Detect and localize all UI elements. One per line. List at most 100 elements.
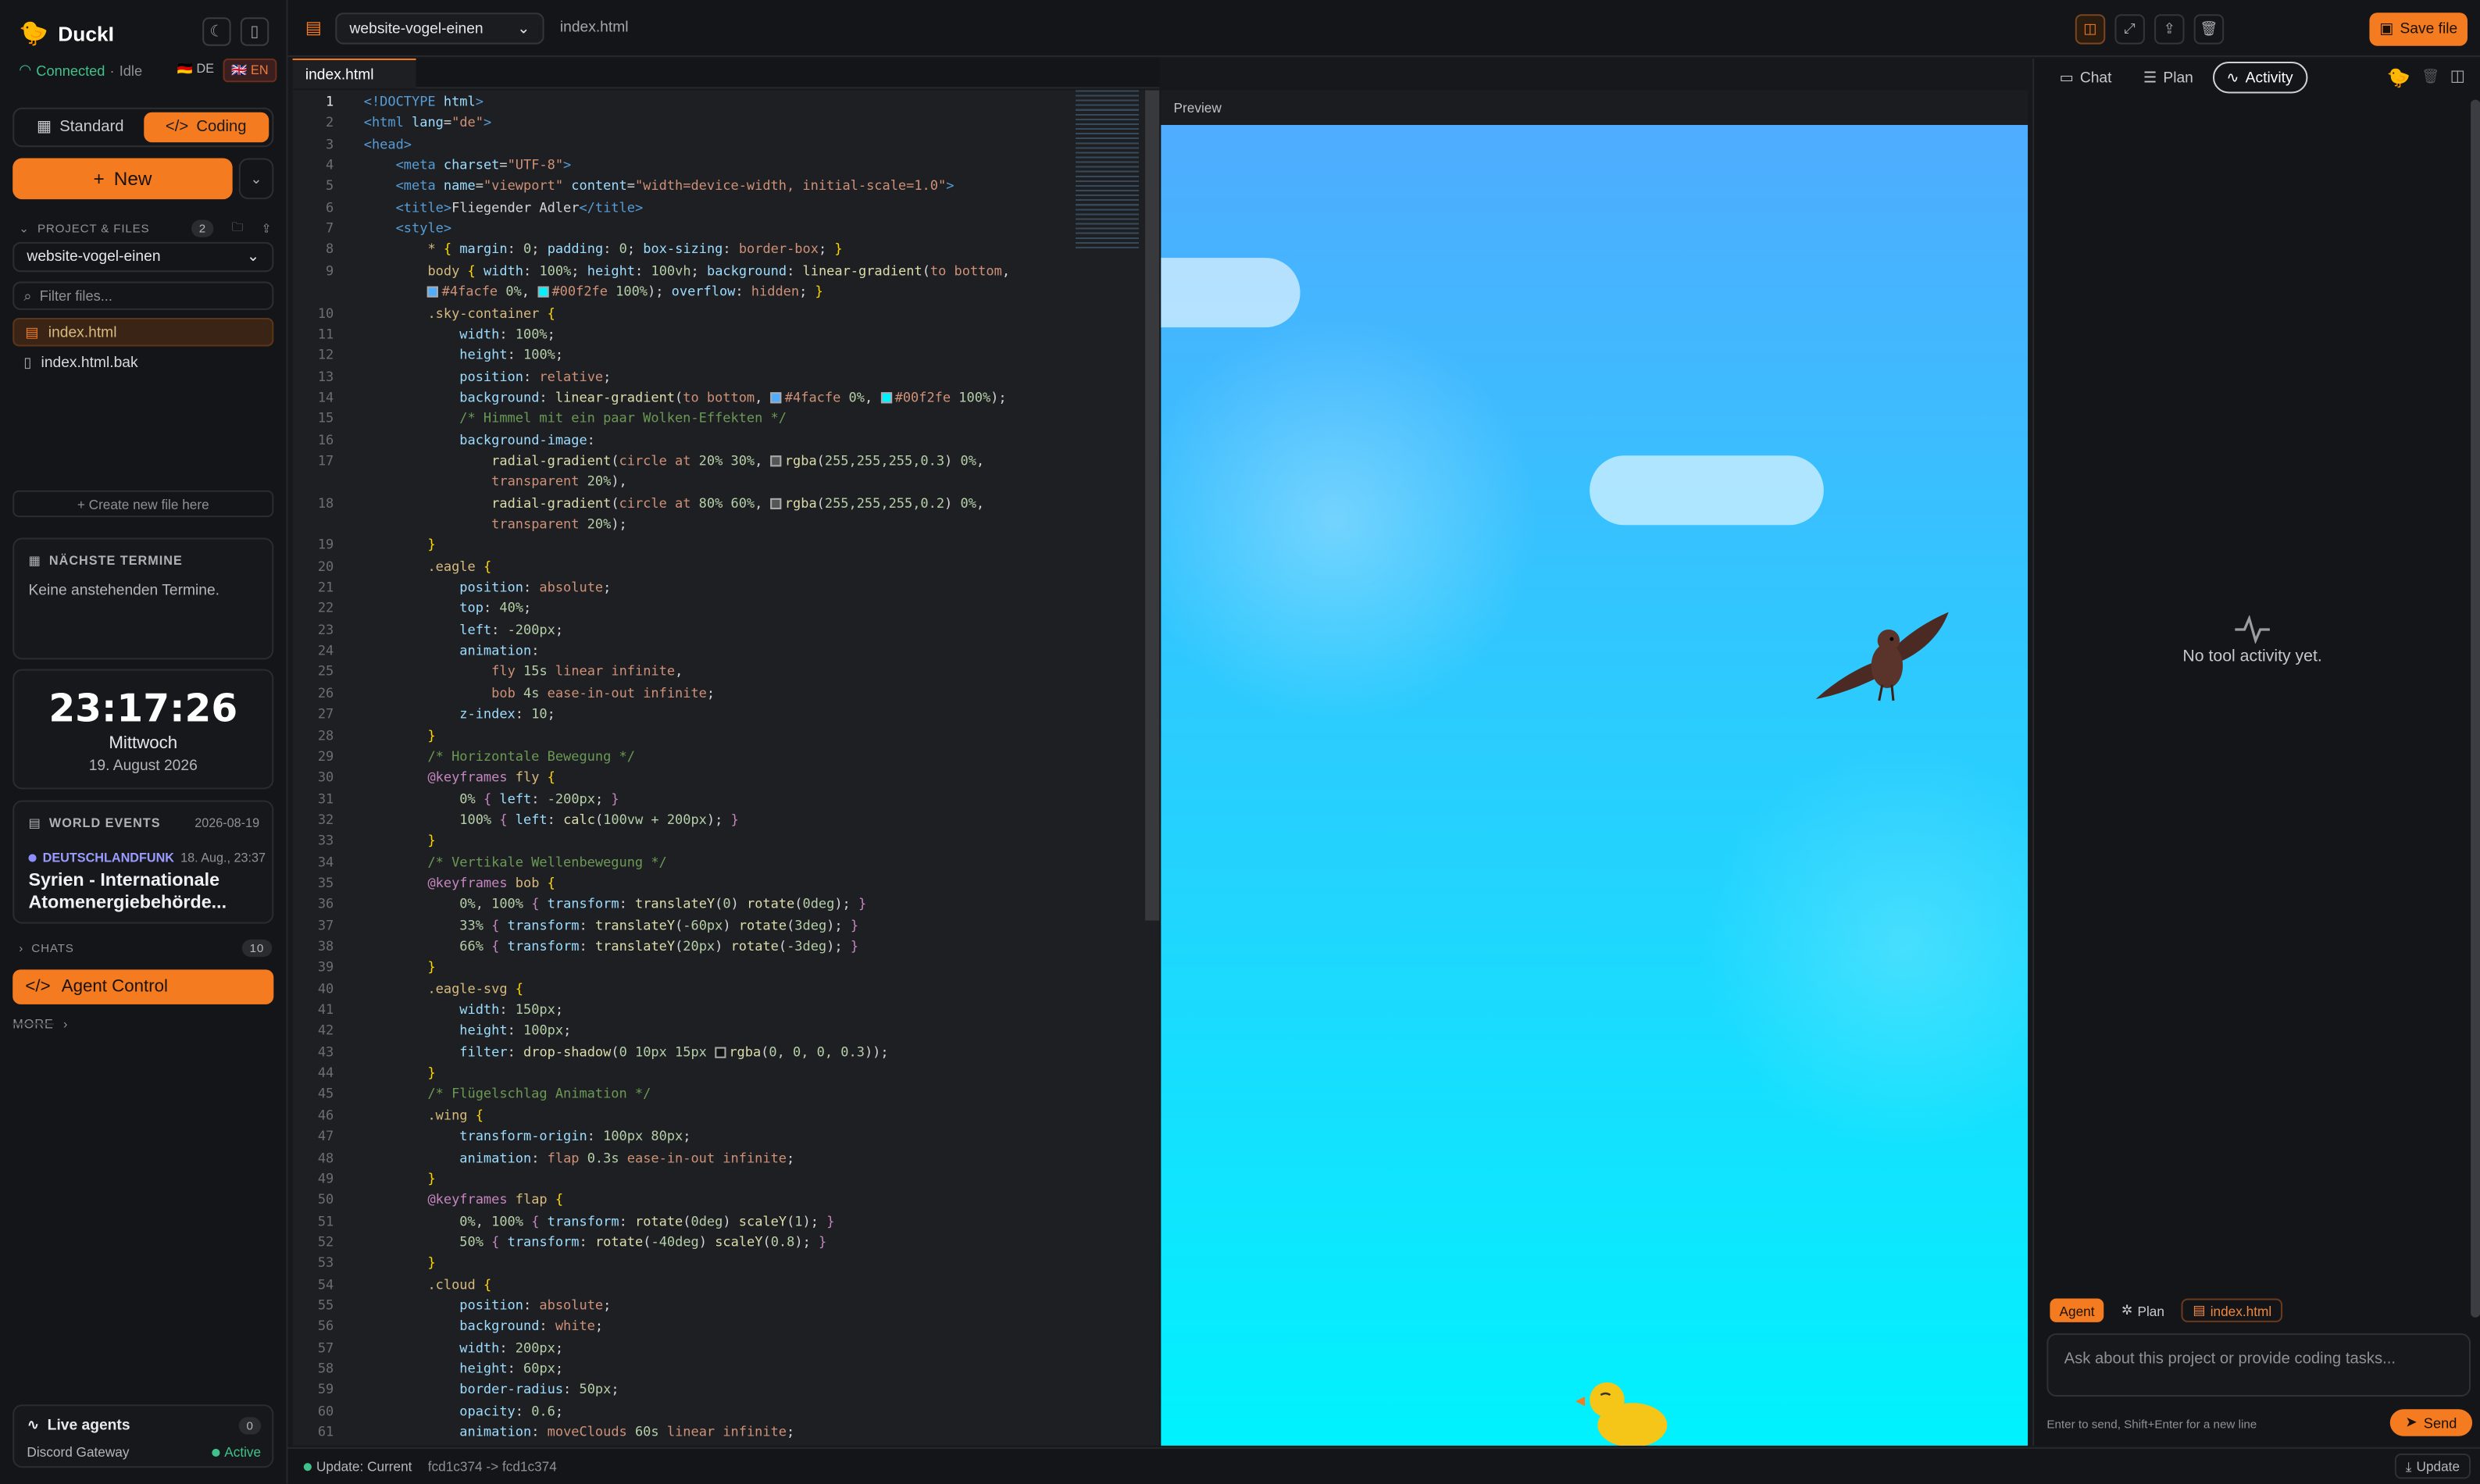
create-file-button[interactable]: + Create new file here [12,490,274,518]
code-line[interactable]: 66% { transform: translateY(20px) rotate… [364,938,858,954]
code-line[interactable]: } [364,1254,435,1270]
code-line[interactable]: /* Himmel mit ein paar Wolken-Effekten *… [364,410,787,426]
code-line[interactable]: radial-gradient(circle at 80% 60%, rgba(… [364,494,984,510]
file-item-index-html[interactable]: ▤ index.html [12,318,274,347]
code-line[interactable]: background: linear-gradient(to bottom, #… [364,389,1007,405]
code-line[interactable]: width: 150px; [364,1001,563,1017]
code-line[interactable]: width: 200px; [364,1339,563,1354]
code-line[interactable]: /* Vertikale Wellenbewegung */ [364,854,666,869]
collapse-panel-icon[interactable]: ◫ [2450,68,2465,85]
code-line[interactable]: 0%, 100% { transform: rotate(0deg) scale… [364,1212,835,1228]
trash-icon[interactable]: 🗑 [2421,68,2439,85]
project-files-header[interactable]: ⌄ PROJECT & FILES 2 🗀 ⇪ [19,218,272,238]
code-line[interactable]: } [364,1170,435,1186]
code-line[interactable]: top: 40%; [364,600,531,615]
code-line[interactable]: height: 100px; [364,1022,571,1038]
code-line[interactable]: left: -200px; [364,621,563,637]
project-dropdown[interactable]: website-vogel-einen ⌄ [335,12,544,45]
code-line[interactable]: 0% { left: -200px; } [364,790,619,806]
new-folder-icon[interactable]: 🗀 [231,218,244,238]
code-line[interactable]: position: absolute; [364,579,611,594]
mode-coding-button[interactable]: </> Coding [143,112,269,143]
code-line[interactable]: opacity: 0.6; [364,1403,563,1418]
code-line[interactable]: @keyframes fly { [364,769,555,785]
code-line[interactable]: position: relative; [364,368,611,383]
code-line[interactable]: 33% { transform: translateY(-60px) rotat… [364,917,858,933]
code-line[interactable]: animation: [364,642,539,658]
code-line[interactable]: .sky-container { [364,305,555,320]
tab-plan[interactable]: ☰ Plan [2131,62,2206,94]
new-dropdown-button[interactable]: ⌄ [238,158,274,200]
code-line[interactable]: position: absolute; [364,1297,611,1312]
split-view-icon[interactable]: ◫ [2075,14,2106,45]
code-line[interactable]: bob 4s ease-in-out infinite; [364,684,715,700]
panel-scrollbar[interactable] [2471,99,2480,1318]
code-line[interactable]: body { width: 100%; height: 100vh; backg… [364,262,1010,278]
update-button[interactable]: ⤓ Update [2394,1453,2471,1479]
plan-mode-chip[interactable]: ✲ Plan [2112,1299,2174,1322]
file-context-chip[interactable]: ▤ index.html [2182,1298,2283,1322]
code-line[interactable]: filter: drop-shadow(0 10px 15px rgba(0, … [364,1043,889,1059]
code-line[interactable]: /* Flügelschlag Animation */ [364,1086,651,1101]
code-line[interactable]: @keyframes bob { [364,875,555,890]
code-line[interactable]: <!DOCTYPE html> [364,93,484,109]
code-line[interactable]: <title>Fliegender Adler</title> [364,199,644,215]
tab-index-html[interactable]: index.html [292,58,416,89]
lang-de-button[interactable]: 🇩🇪 DE [171,59,220,82]
code-line[interactable]: #4facfe 0%, #00f2fe 100%); overflow: hid… [364,284,823,299]
code-line[interactable]: } [364,1065,435,1080]
collapse-sidebar-icon[interactable]: ▯ [240,17,269,46]
theme-toggle-icon[interactable]: ☾ [202,17,231,46]
mode-standard-button[interactable]: ▦ Standard [17,112,143,142]
code-line[interactable]: .cloud { [364,1275,491,1291]
expand-icon[interactable]: ⤢ [2114,14,2145,45]
code-line[interactable]: height: 60px; [364,1361,563,1376]
code-line[interactable]: width: 100%; [364,326,555,341]
code-line[interactable]: .eagle { [364,558,491,573]
code-line[interactable]: radial-gradient(circle at 20% 30%, rgba(… [364,452,984,468]
more-toggle[interactable]: MORE › [12,1017,273,1031]
code-line[interactable]: <html lang="de"> [364,114,491,130]
minimap[interactable] [1076,90,1140,248]
code-line[interactable]: animation: flap 0.3s ease-in-out infinit… [364,1149,794,1165]
agent-control-button[interactable]: </> Agent Control [12,969,274,1004]
code-line[interactable]: 0%, 100% { transform: translateY(0) rota… [364,896,866,911]
code-line[interactable]: .wing { [364,1107,484,1122]
code-line[interactable]: /* Horizontale Bewegung */ [364,748,634,764]
world-events-card[interactable]: ▤ WORLD EVENTS 2026-08-19 DEUTSCHLANDFUNK… [12,800,274,924]
code-line[interactable]: z-index: 10; [364,705,555,721]
editor-scrollbar[interactable] [1145,90,1160,921]
code-line[interactable]: .eagle-svg { [364,980,523,996]
code-line[interactable]: <style> [364,220,451,236]
code-line[interactable]: <meta name="viewport" content="width=dev… [364,178,955,194]
code-line[interactable]: 100% { left: calc(100vw + 200px); } [364,812,739,827]
chats-header[interactable]: › CHATS 10 [19,939,273,958]
code-line[interactable]: transform-origin: 100px 80px; [364,1128,690,1143]
upload-icon[interactable]: ⇪ [2154,14,2185,45]
code-line[interactable]: fly 15s linear infinite, [364,663,683,679]
code-line[interactable]: <meta charset="UTF-8"> [364,157,572,173]
code-line[interactable]: height: 100%; [364,347,563,362]
code-line[interactable]: transparent 20%), [364,473,627,489]
code-line[interactable]: * { margin: 0; padding: 0; box-sizing: b… [364,241,843,257]
agent-mode-chip[interactable]: Agent [2050,1298,2104,1322]
tab-activity[interactable]: ∿ Activity [2212,61,2307,94]
code-line[interactable]: } [364,959,435,975]
filter-files-input[interactable]: ⌕ Filter files... [12,281,274,310]
code-line[interactable]: @keyframes flap { [364,1191,563,1207]
code-line[interactable]: animation: moveClouds 60s linear infinit… [364,1424,794,1439]
code-line[interactable]: transparent 20%); [364,515,627,531]
code-editor[interactable]: 1 2 3 4 5 6 7 8 9 10 11 12 13 14 15 16 17 18 19 20 21 22 23 24 2… [292,90,1160,1446]
code-line[interactable]: <head> [364,136,412,152]
tab-chat[interactable]: ▭ Chat [2046,62,2124,94]
code-line[interactable]: background-image: [364,431,595,447]
code-line[interactable]: 50% { transform: rotate(-40deg) scaleY(0… [364,1233,827,1249]
code-line[interactable]: background: white; [364,1318,603,1333]
code-line[interactable]: } [364,833,435,848]
project-select[interactable]: website-vogel-einen ⌄ [12,241,274,273]
news-headline[interactable]: Syrien - Internationale Atomenergiebehör… [28,870,266,915]
code-line[interactable]: border-radius: 50px; [364,1382,619,1397]
code-line[interactable]: } [364,726,435,742]
trash-icon[interactable]: 🗑 [2193,14,2225,45]
send-button[interactable]: ➤ Send [2389,1409,2473,1436]
